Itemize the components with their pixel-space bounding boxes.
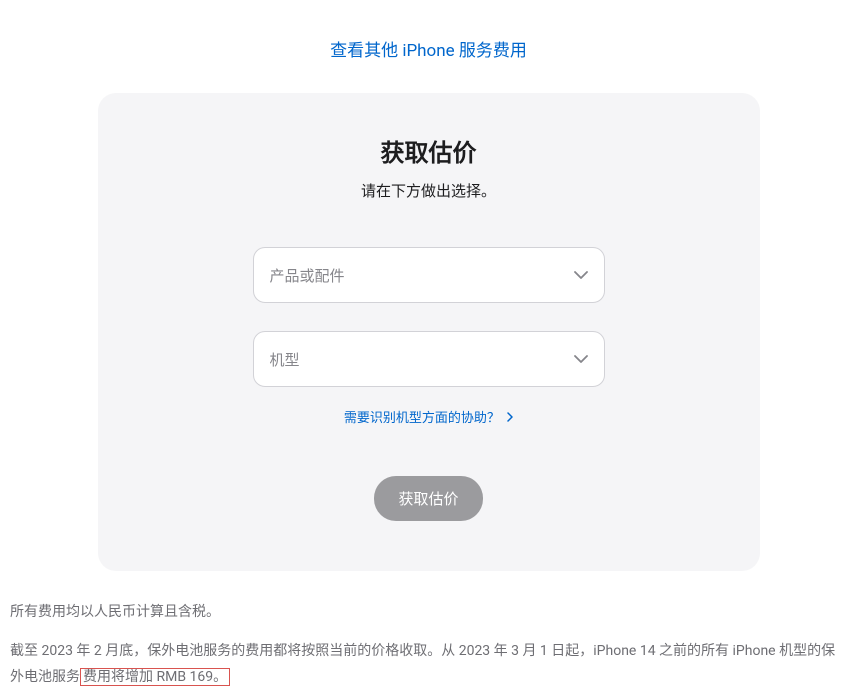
estimate-card: 获取估价 请在下方做出选择。 产品或配件 机型 需要识别机型方面的协助？ 获取估… [98,93,760,571]
product-select[interactable]: 产品或配件 [253,247,605,303]
footer-line-1: 所有费用均以人民币计算且含税。 [10,599,847,626]
model-select-wrap: 机型 [253,331,605,387]
card-subtitle: 请在下方做出选择。 [138,180,720,201]
footer-line-2: 截至 2023 年 2 月底，保外电池服务的费用都将按照当前的价格收取。从 20… [10,638,847,691]
chevron-right-icon [507,411,513,426]
product-select-placeholder: 产品或配件 [270,265,345,286]
model-select[interactable]: 机型 [253,331,605,387]
product-select-wrap: 产品或配件 [253,247,605,303]
price-increase-highlight: 费用将增加 RMB 169。 [80,668,230,686]
top-link-container: 查看其他 iPhone 服务费用 [0,0,857,81]
get-estimate-button[interactable]: 获取估价 [374,476,482,521]
footer-text: 所有费用均以人民币计算且含税。 截至 2023 年 2 月底，保外电池服务的费用… [0,599,857,691]
help-link-text: 需要识别机型方面的协助？ [344,411,500,426]
other-iphone-fees-link[interactable]: 查看其他 iPhone 服务费用 [330,41,527,61]
chevron-down-icon [574,355,588,363]
model-select-placeholder: 机型 [270,349,300,370]
identify-model-help-link[interactable]: 需要识别机型方面的协助？ [344,411,513,426]
help-link-container: 需要识别机型方面的协助？ [138,407,720,426]
chevron-down-icon [574,271,588,279]
card-title: 获取估价 [138,133,720,168]
